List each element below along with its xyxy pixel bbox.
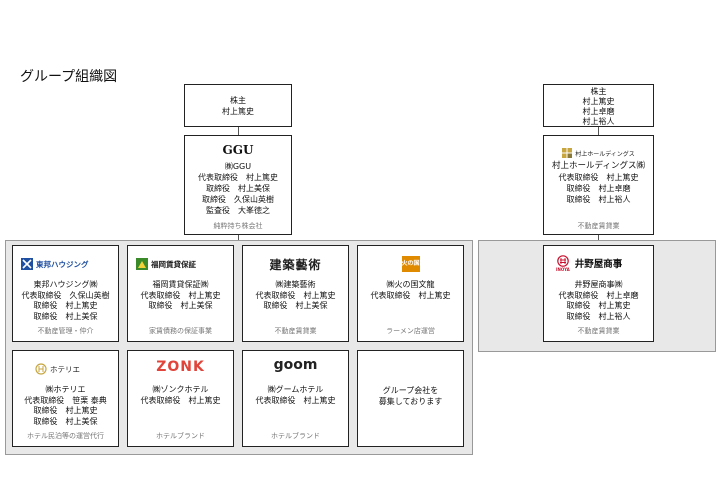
inoya-mark-icon: INOYA <box>556 254 570 272</box>
category-label: ホテル民泊等の運営代行 <box>27 432 104 440</box>
officer: 代表取締役 村上篤史 <box>140 290 221 300</box>
officer: 代表取締役 村上篤史 <box>140 395 221 405</box>
company-card-zonk-hotel: ZONK ㈱ゾンクホテル 代表取締役 村上篤史 ホテルブランド <box>127 350 234 447</box>
officer: 取締役 村上裕人 <box>566 311 631 321</box>
company-card-inoya-shoji: INOYA 井野屋商事 井野屋商事㈱ 代表取締役 村上卓磨 取締役 村上篤史 取… <box>543 245 654 342</box>
officer: 代表取締役 村上篤史 <box>558 173 639 182</box>
hoterie-logo: ホテリエ <box>35 361 112 377</box>
zonk-logo: ZONK <box>128 359 233 375</box>
company-name: ㈱ホテリエ <box>45 385 86 394</box>
category-label: ホテルブランド <box>156 432 205 440</box>
logo-text: 建築藝術 <box>269 257 322 272</box>
officer: 取締役 村上篤史 <box>33 301 98 310</box>
officer: 代表取締役 村上篤史 <box>255 395 336 405</box>
fukuoka-mark-icon <box>136 258 148 270</box>
logo-text: 村上ホールディングス <box>575 150 635 158</box>
officer: 取締役 村上卓磨 <box>566 184 631 193</box>
company-card-hinokuni-bunryu: 火の国 ㈱火の国文龍 代表取締役 村上篤史 ラーメン店運営 <box>357 245 464 342</box>
company-card-kenchiku-geijutsu: 建築藝術 ㈱建築藝術 代表取締役 村上篤史 取締役 村上美保 不動産賃貸業 <box>242 245 349 342</box>
left-shareholder-box: 株主 村上篤史 <box>184 84 292 127</box>
company-name: 井野屋商事㈱ <box>574 280 623 289</box>
inoya-logo: INOYA 井野屋商事 <box>556 254 647 272</box>
recruiting-text: グループ会社を <box>382 386 439 395</box>
shareholder-label: 株主 <box>230 96 246 105</box>
hinokuni-mark-icon: 火の国 <box>401 256 420 272</box>
company-name: 村上ホールディングス㈱ <box>552 161 645 171</box>
category-label: 不動産賃貸業 <box>274 327 317 335</box>
company-name: ㈱火の国文龍 <box>386 280 435 289</box>
connector-line <box>598 127 599 135</box>
category-label: 不動産賃貸業 <box>577 327 620 335</box>
officer: 代表取締役 久保山英樹 <box>21 290 110 300</box>
company-name: 福岡賃貸保証㈱ <box>152 280 209 289</box>
toho-mark-icon <box>21 258 33 270</box>
company-name: 東邦ハウジング㈱ <box>33 280 98 289</box>
logo-text: goom <box>273 357 318 373</box>
officer: 代表取締役 笹栗 泰典 <box>24 395 107 405</box>
company-card-goom-hotel: goom ㈱グームホテル 代表取締役 村上篤史 ホテルブランド <box>242 350 349 447</box>
fukuoka-logo: 福岡賃貸保証 <box>136 256 227 272</box>
shareholder-name: 村上篤史 <box>222 107 254 116</box>
company-card-hoterie: ホテリエ ㈱ホテリエ 代表取締役 笹栗 泰典 取締役 村上篤史 取締役 村上美保… <box>12 350 119 447</box>
officer: 取締役 村上美保 <box>206 184 270 193</box>
company-name: ㈱ゾンクホテル <box>152 385 209 394</box>
category-label: 家賃債務の保証事業 <box>149 327 212 335</box>
category-label: ラーメン店運営 <box>386 327 435 335</box>
goom-logo: goom <box>243 357 348 373</box>
murakami-mark-icon <box>562 148 573 158</box>
company-name: ㈱GGU <box>224 162 252 171</box>
officer: 取締役 村上篤史 <box>33 406 98 415</box>
right-shareholder-box: 株主 村上篤史 村上卓磨 村上裕人 <box>543 84 654 127</box>
category-label: 純粋持ち株会社 <box>213 222 263 230</box>
logo-text: 東邦ハウジング <box>36 259 89 269</box>
officer: 代表取締役 村上篤史 <box>255 290 336 300</box>
company-name: ㈱建築藝術 <box>275 280 316 289</box>
officer: 監査役 大峯徳之 <box>206 206 270 215</box>
category-label: 不動産管理・仲介 <box>37 327 94 335</box>
logo-text: ZONK <box>156 359 205 375</box>
hinokuni-logo: 火の国 <box>358 256 463 272</box>
shareholder-name: 村上篤史 <box>582 97 615 106</box>
logo-text: 井野屋商事 <box>574 259 623 270</box>
officer: 取締役 村上美保 <box>33 311 98 321</box>
ggu-holding-box: GGU ㈱GGU 代表取締役 村上篤史 取締役 村上美保 取締役 久保山英樹 監… <box>184 135 292 235</box>
murakami-holdings-logo: 村上ホールディングス <box>544 148 653 158</box>
officer: 代表取締役 村上篤史 <box>198 173 278 182</box>
page-title: グループ組織図 <box>20 69 118 85</box>
officer: 取締役 村上美保 <box>33 416 98 426</box>
officer: 取締役 久保山英樹 <box>202 195 274 204</box>
company-card-toho: 東邦ハウジング 東邦ハウジング㈱ 代表取締役 久保山英樹 取締役 村上篤史 取締… <box>12 245 119 342</box>
kenchiku-logo: 建築藝術 <box>243 256 348 272</box>
toho-logo: 東邦ハウジング <box>21 256 112 272</box>
shareholder-name: 村上卓磨 <box>582 107 615 116</box>
recruiting-text: 募集しております <box>378 397 443 406</box>
murakami-holdings-box: 村上ホールディングス 村上ホールディングス㈱ 代表取締役 村上篤史 取締役 村上… <box>543 135 654 235</box>
category-label: 不動産賃貸業 <box>577 222 620 230</box>
ggu-logo: GGU <box>222 143 254 157</box>
category-label: ホテルブランド <box>271 432 320 440</box>
connector-line <box>238 127 239 135</box>
officer: 取締役 村上美保 <box>148 301 213 310</box>
officer: 取締役 村上裕人 <box>566 195 631 204</box>
logo-text: 福岡賃貸保証 <box>151 259 196 269</box>
officer: 代表取締役 村上卓磨 <box>558 290 639 300</box>
recruiting-card: グループ会社を 募集しております <box>357 350 464 447</box>
logo-text: ホテリエ <box>50 364 80 374</box>
company-name: ㈱グームホテル <box>267 385 324 394</box>
shareholder-label: 株主 <box>590 87 607 96</box>
officer: 代表取締役 村上篤史 <box>370 290 451 300</box>
officer: 取締役 村上美保 <box>263 301 328 310</box>
hoterie-mark-icon <box>35 363 47 375</box>
company-card-fukuoka-chintai: 福岡賃貸保証 福岡賃貸保証㈱ 代表取締役 村上篤史 取締役 村上美保 家賃債務の… <box>127 245 234 342</box>
shareholder-name: 村上裕人 <box>582 117 615 126</box>
officer: 取締役 村上篤史 <box>566 301 631 310</box>
